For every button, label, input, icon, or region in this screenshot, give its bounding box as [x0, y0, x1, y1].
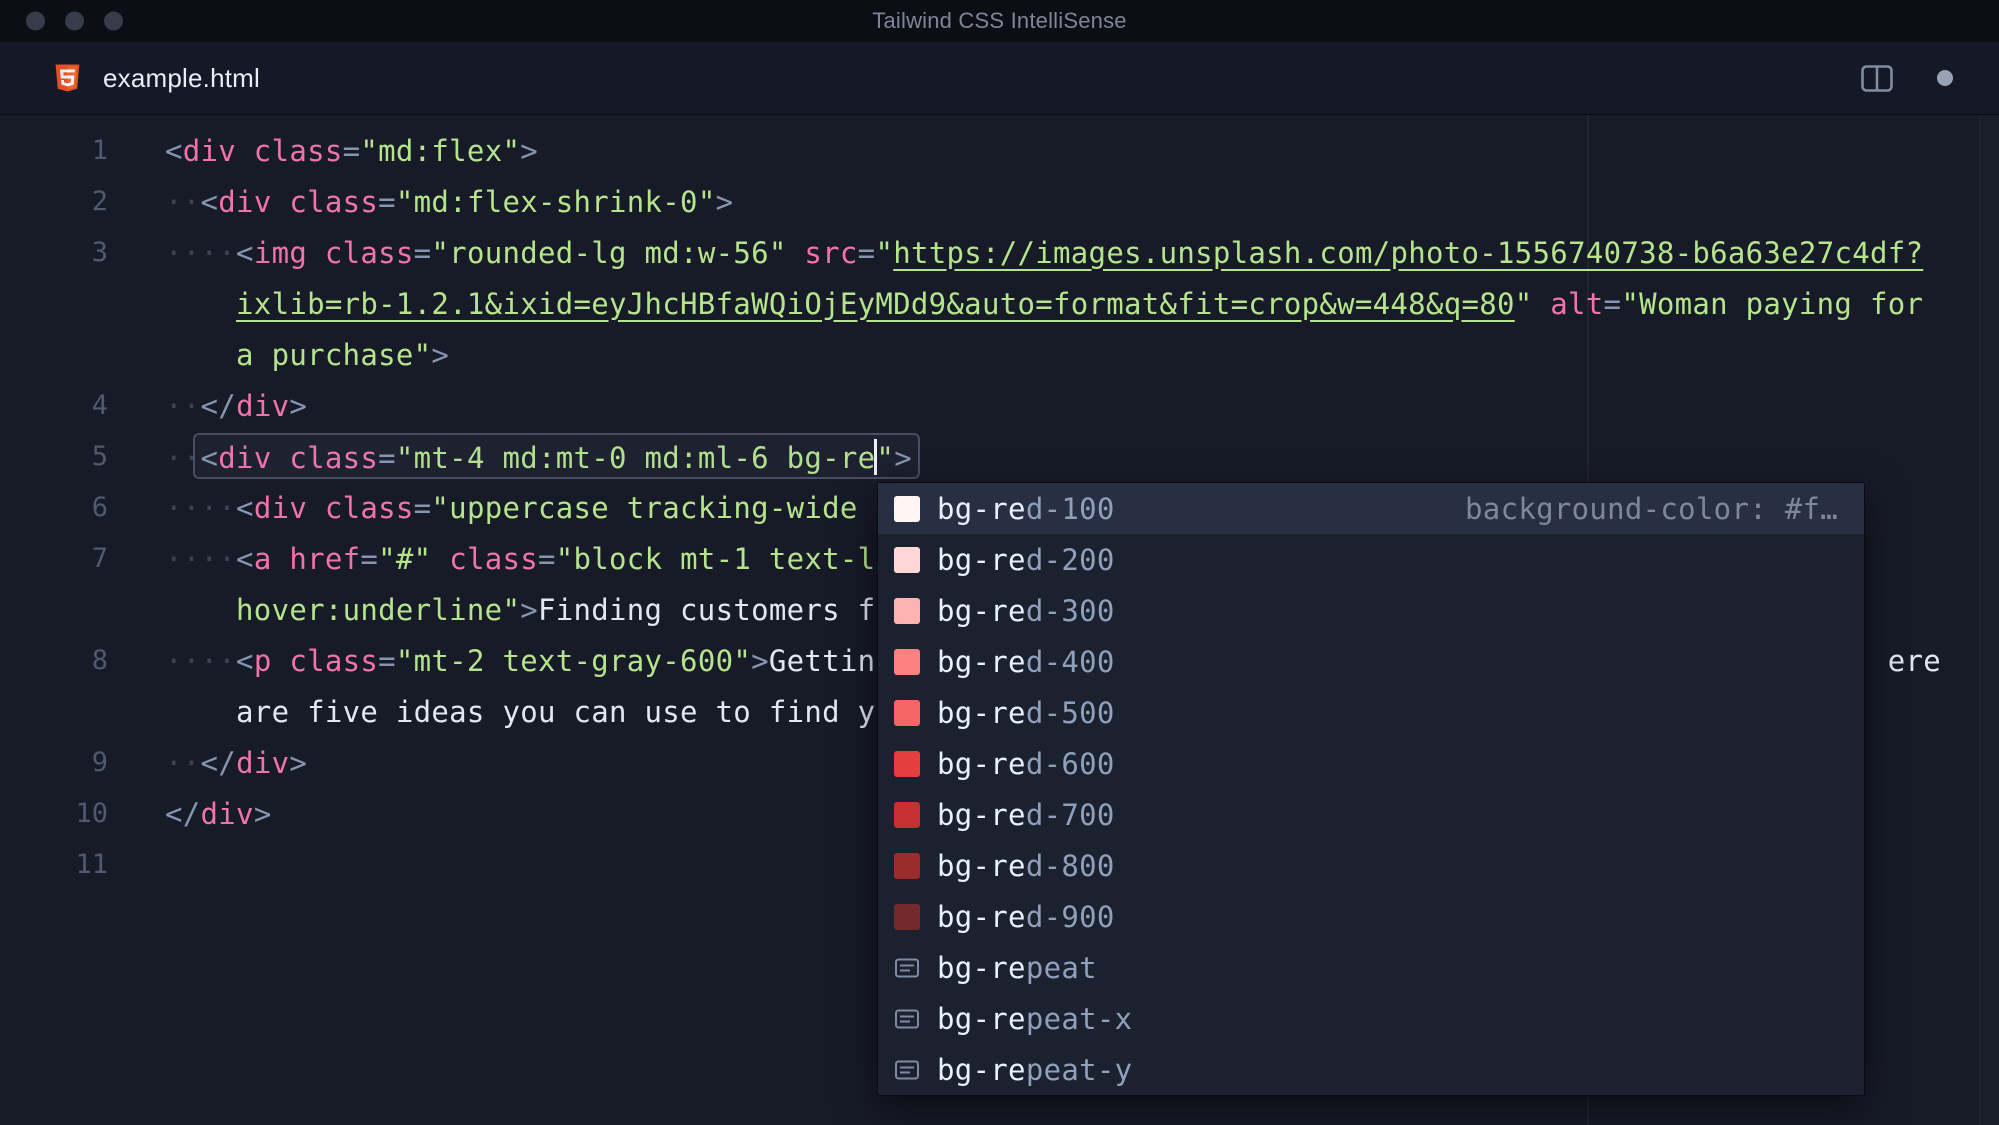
code-row[interactable]: a purchase">	[0, 329, 1999, 380]
suggestion-label: bg-red-400	[937, 644, 1115, 679]
tab-bar: example.html	[0, 42, 1999, 115]
zoom-window-button[interactable]	[104, 11, 123, 31]
code-line-text: </div>	[165, 796, 272, 831]
suggest-item-bg-red-300[interactable]: bg-red-300	[878, 585, 1864, 636]
tab-example-html[interactable]: example.html	[54, 63, 260, 94]
color-swatch	[894, 699, 920, 726]
window-title: Tailwind CSS IntelliSense	[872, 8, 1127, 33]
modified-indicator-dot[interactable]	[1937, 70, 1953, 86]
line-number: 3	[91, 237, 108, 268]
suggest-item-bg-red-700[interactable]: bg-red-700	[878, 789, 1864, 840]
suggest-item-bg-red-600[interactable]: bg-red-600	[878, 738, 1864, 789]
color-swatch	[894, 495, 920, 522]
line-number: 6	[91, 492, 108, 523]
line-number: 8	[91, 645, 108, 676]
suggestion-label: bg-red-300	[937, 593, 1115, 628]
code-line-text: ··</div>	[165, 388, 308, 423]
tab-actions	[1861, 64, 1953, 92]
text-suggestion-icon	[894, 1006, 920, 1032]
suggestion-label: bg-repeat-y	[937, 1052, 1133, 1087]
suggest-item-bg-red-800[interactable]: bg-red-800	[878, 840, 1864, 891]
line-number: 5	[91, 441, 108, 472]
suggest-item-bg-red-200[interactable]: bg-red-200	[878, 534, 1864, 585]
color-swatch	[894, 597, 920, 624]
code-line-text: ····<img class="rounded-lg md:w-56" src=…	[165, 235, 1924, 270]
line-number: 7	[91, 543, 108, 574]
suggest-item-bg-repeat[interactable]: bg-repeat	[878, 942, 1864, 993]
split-editor-icon[interactable]	[1861, 64, 1893, 92]
suggest-item-bg-repeat-y[interactable]: bg-repeat-y	[878, 1044, 1864, 1095]
color-swatch	[894, 648, 920, 675]
suggestion-label: bg-repeat-x	[937, 1001, 1133, 1036]
color-swatch	[894, 903, 920, 930]
suggestion-label: bg-red-600	[937, 746, 1115, 781]
suggestion-label: bg-red-900	[937, 899, 1115, 934]
code-line-text: are five ideas you can use to find y	[236, 694, 876, 729]
suggest-item-bg-red-100[interactable]: bg-red-100 background-color: #f…	[878, 483, 1864, 534]
color-swatch	[894, 801, 920, 828]
code-row[interactable]: 2 ··<div class="md:flex-shrink-0">	[0, 176, 1999, 227]
titlebar: Tailwind CSS IntelliSense	[0, 0, 1999, 42]
suggestion-label: bg-red-700	[937, 797, 1115, 832]
minimize-window-button[interactable]	[65, 11, 84, 31]
color-swatch	[894, 852, 920, 879]
suggestion-label: bg-red-100	[937, 491, 1115, 526]
code-line-text: <div class="md:flex">	[165, 133, 538, 168]
code-line-text: ··<div class="mt-4 md:mt-0 md:ml-6 bg-re…	[165, 438, 912, 475]
suggest-widget: bg-red-100 background-color: #f… bg-red-20…	[877, 482, 1865, 1096]
line-number: 1	[91, 135, 108, 166]
close-window-button[interactable]	[26, 11, 45, 31]
code-line-text: ····<a href="#" class="block mt-1 text-l	[165, 541, 876, 576]
code-line-text: a purchase">	[236, 337, 450, 372]
line-number: 10	[75, 798, 108, 829]
app-window: { "window": { "title": "Tailwind CSS Int…	[0, 0, 1999, 1125]
suggest-item-bg-red-400[interactable]: bg-red-400	[878, 636, 1864, 687]
code-row[interactable]: 3 ····<img class="rounded-lg md:w-56" src…	[0, 227, 1999, 278]
code-line-text: ixlib=rb-1.2.1&ixid=eyJhcHBfaWQiOjEyMDd9…	[236, 286, 1924, 321]
text-suggestion-icon	[894, 1057, 920, 1083]
suggestion-label: bg-red-800	[937, 848, 1115, 883]
line-number: 11	[75, 849, 108, 880]
html5-file-icon	[55, 64, 80, 92]
suggest-item-bg-red-500[interactable]: bg-red-500	[878, 687, 1864, 738]
code-row[interactable]: ixlib=rb-1.2.1&ixid=eyJhcHBfaWQiOjEyMDd9…	[0, 278, 1999, 329]
line-number: 2	[91, 186, 108, 217]
line-number: 9	[91, 747, 108, 778]
suggestion-label: bg-red-200	[937, 542, 1115, 577]
suggestion-label: bg-red-500	[937, 695, 1115, 730]
suggest-item-bg-red-900[interactable]: bg-red-900	[878, 891, 1864, 942]
code-line-text: ··<div class="md:flex-shrink-0">	[165, 184, 734, 219]
color-swatch	[894, 546, 920, 573]
code-row[interactable]: 5 ··<div class="mt-4 md:mt-0 md:ml-6 bg-r…	[0, 431, 1999, 482]
tab-filename: example.html	[103, 62, 261, 93]
code-line-text: ··</div>	[165, 745, 308, 780]
color-swatch	[894, 750, 920, 777]
code-row[interactable]: 1 <div class="md:flex">	[0, 125, 1999, 176]
traffic-lights	[26, 11, 123, 31]
text-suggestion-icon	[894, 955, 920, 981]
suggestion-label: bg-repeat	[937, 950, 1097, 985]
code-row[interactable]: 4 ··</div>	[0, 380, 1999, 431]
code-line-text: hover:underline">Finding customers f	[236, 592, 876, 627]
suggestion-detail: background-color: #f…	[1465, 491, 1838, 526]
suggest-item-bg-repeat-x[interactable]: bg-repeat-x	[878, 993, 1864, 1044]
code-line-text: ····<div class="uppercase tracking-wide	[165, 490, 876, 525]
line-number: 4	[91, 390, 108, 421]
